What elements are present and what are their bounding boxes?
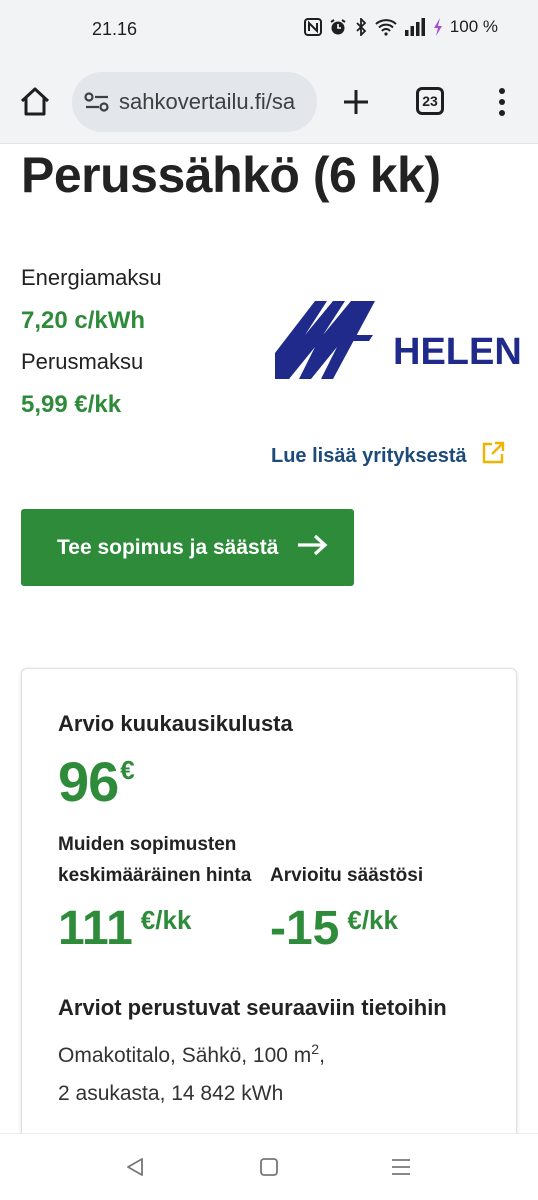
- base-fee-label: Perusmaksu: [21, 349, 144, 374]
- external-link-icon: [481, 441, 505, 471]
- sign-contract-button-label: Tee sopimus ja säästä: [57, 535, 279, 559]
- wifi-icon: [375, 18, 397, 36]
- status-bar: 21.16 100 %: [0, 0, 538, 62]
- nfc-icon: [303, 18, 322, 36]
- energy-fee-value: 7,20 c/kWh: [21, 307, 146, 334]
- system-nav-bar: [0, 1133, 538, 1200]
- company-info-link-label: Lue lisää yrityksestä: [271, 444, 467, 467]
- base-fee-value: 5,99 €/kk: [21, 391, 122, 418]
- basis-heading: Arviot perustuvat seuraaviin tietoihin: [58, 995, 447, 1020]
- savings-label: Arvioitu säästösi: [270, 865, 424, 886]
- tab-switcher-button[interactable]: 23: [416, 87, 444, 115]
- others-average-value: 111 €/kk: [58, 902, 192, 955]
- monthly-estimate-value: 96€: [58, 750, 135, 813]
- monthly-estimate-unit: €: [120, 755, 135, 785]
- basis-line-2: 2 asukasta, 14 842 kWh: [58, 1082, 284, 1105]
- bluetooth-icon: [354, 18, 368, 36]
- sign-contract-button[interactable]: Tee sopimus ja säästä: [21, 509, 354, 586]
- company-logo-text: HELEN: [393, 331, 522, 373]
- company-logo: HELEN: [275, 295, 522, 381]
- home-nav-icon[interactable]: [258, 1156, 280, 1183]
- arrow-right-icon: [296, 534, 328, 562]
- site-settings-icon[interactable]: [84, 90, 110, 119]
- product-title: Perussähkö (6 kk): [21, 147, 441, 203]
- energy-fee-label: Energiamaksu: [21, 265, 162, 290]
- others-average-unit: €/kk: [140, 905, 192, 935]
- charging-icon: [433, 18, 443, 36]
- estimate-card: Arvio kuukausikulusta 96€ Muiden sopimus…: [21, 668, 517, 1168]
- signal-icon: [404, 18, 426, 36]
- others-average-label: Muiden sopimusten keskimääräinen hinta: [58, 834, 252, 886]
- battery-level: 100 %: [449, 17, 498, 36]
- estimate-heading: Arvio kuukausikulusta: [58, 711, 293, 736]
- home-icon[interactable]: [18, 85, 52, 119]
- back-nav-icon[interactable]: [124, 1156, 146, 1183]
- new-tab-icon[interactable]: [340, 86, 372, 118]
- recents-nav-icon[interactable]: [390, 1156, 412, 1183]
- status-icons: 100 %: [303, 17, 498, 37]
- browser-toolbar: sahkovertailu.fi/sa 23: [0, 62, 538, 144]
- savings-value: -15 €/kk: [270, 902, 398, 955]
- alarm-icon: [329, 18, 347, 36]
- address-bar[interactable]: sahkovertailu.fi/sa: [72, 72, 317, 132]
- basis-line-1: Omakotitalo, Sähkö, 100 m2,: [58, 1041, 325, 1067]
- status-time: 21.16: [92, 19, 138, 39]
- more-menu-icon[interactable]: [490, 86, 514, 118]
- savings-unit: €/kk: [347, 905, 398, 935]
- company-info-link[interactable]: Lue lisää yrityksestä: [271, 441, 505, 471]
- url-text: sahkovertailu.fi/sa: [119, 89, 296, 114]
